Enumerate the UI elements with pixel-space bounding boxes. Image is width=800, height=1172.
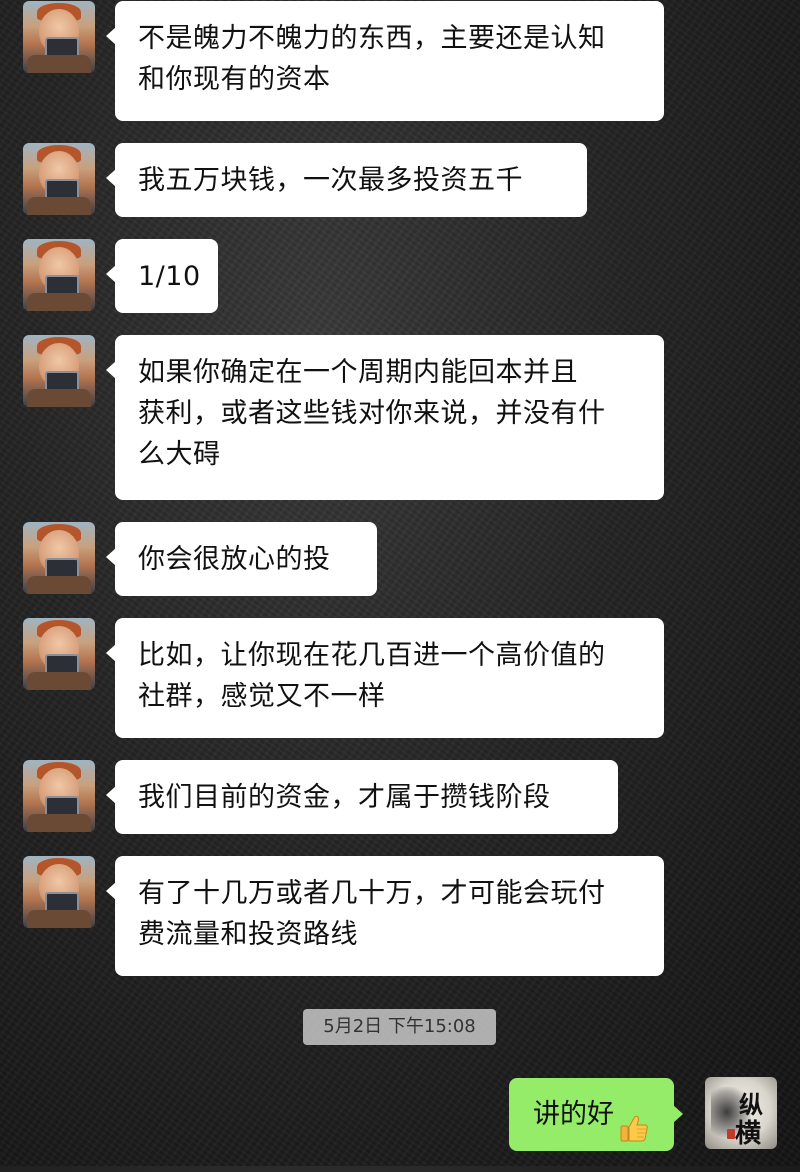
message-line: 比如，让你现在花几百进一个高价值的: [138, 640, 606, 671]
message-line: 如果你确定在一个周期内能回本并且: [138, 357, 578, 388]
chat-timestamp: 5月2日 下午15:08: [303, 1009, 496, 1045]
message-bubble[interactable]: 我五万块钱，一次最多投资五千: [106, 143, 587, 217]
contact-avatar[interactable]: [23, 760, 95, 832]
message-line: 社群，感觉又不一样: [138, 681, 386, 712]
message-bubble[interactable]: 你会很放心的投: [106, 522, 377, 596]
contact-avatar[interactable]: [23, 1, 95, 73]
message-bubble[interactable]: 有了十几万或者几十万，才可能会玩付 费流量和投资路线: [106, 856, 664, 976]
message-line: 和你现有的资本: [138, 64, 331, 95]
message-line: 我们目前的资金，才属于攒钱阶段: [138, 782, 551, 813]
self-avatar[interactable]: 纵 横: [705, 1077, 777, 1149]
contact-avatar[interactable]: [23, 335, 95, 407]
sent-message-text: 讲的好: [533, 1099, 614, 1130]
contact-avatar[interactable]: [23, 856, 95, 928]
message-line: 你会很放心的投: [138, 544, 331, 575]
message-line: 么大碍: [138, 439, 221, 470]
thumbs-up-icon: [618, 1099, 650, 1141]
message-line: 费流量和投资路线: [138, 919, 358, 950]
contact-avatar[interactable]: [23, 522, 95, 594]
message-line: 1/10: [138, 261, 201, 292]
message-line: 我五万块钱，一次最多投资五千: [138, 165, 523, 196]
sent-message-bubble[interactable]: 讲的好: [509, 1078, 683, 1151]
message-bubble[interactable]: 我们目前的资金，才属于攒钱阶段: [106, 760, 618, 834]
contact-avatar[interactable]: [23, 239, 95, 311]
avatar-char: 横: [735, 1119, 762, 1149]
seal-stamp: [727, 1129, 735, 1139]
message-bubble[interactable]: 如果你确定在一个周期内能回本并且 获利，或者这些钱对你来说，并没有什 么大碍: [106, 335, 664, 500]
message-line: 获利，或者这些钱对你来说，并没有什: [138, 398, 606, 429]
message-bubble[interactable]: 比如，让你现在花几百进一个高价值的 社群，感觉又不一样: [106, 618, 664, 738]
message-line: 有了十几万或者几十万，才可能会玩付: [138, 878, 606, 909]
message-line: 不是魄力不魄力的东西，主要还是认知: [138, 23, 606, 54]
contact-avatar[interactable]: [23, 143, 95, 215]
contact-avatar[interactable]: [23, 618, 95, 690]
message-bubble[interactable]: 1/10: [106, 239, 218, 313]
message-bubble[interactable]: 不是魄力不魄力的东西，主要还是认知 和你现有的资本: [106, 1, 664, 121]
